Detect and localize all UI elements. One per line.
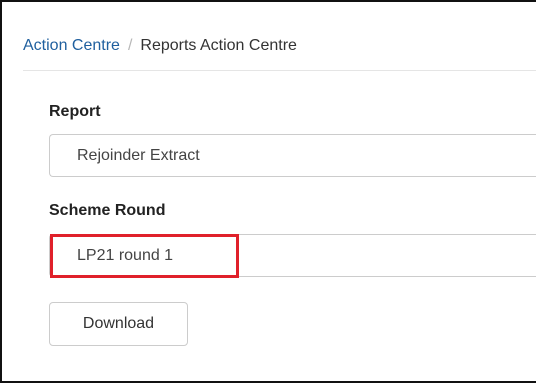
report-label: Report xyxy=(49,103,101,120)
breadcrumb: Action Centre / Reports Action Centre xyxy=(23,36,297,56)
report-select[interactable]: Rejoinder Extract xyxy=(49,134,536,177)
download-button[interactable]: Download xyxy=(49,302,188,346)
breadcrumb-current-page: Reports Action Centre xyxy=(140,37,297,54)
scheme-round-highlight-box xyxy=(50,234,239,278)
breadcrumb-separator: / xyxy=(127,37,133,54)
scheme-round-label: Scheme Round xyxy=(49,202,166,219)
header-divider xyxy=(23,70,536,71)
breadcrumb-action-centre-link[interactable]: Action Centre xyxy=(23,37,120,54)
